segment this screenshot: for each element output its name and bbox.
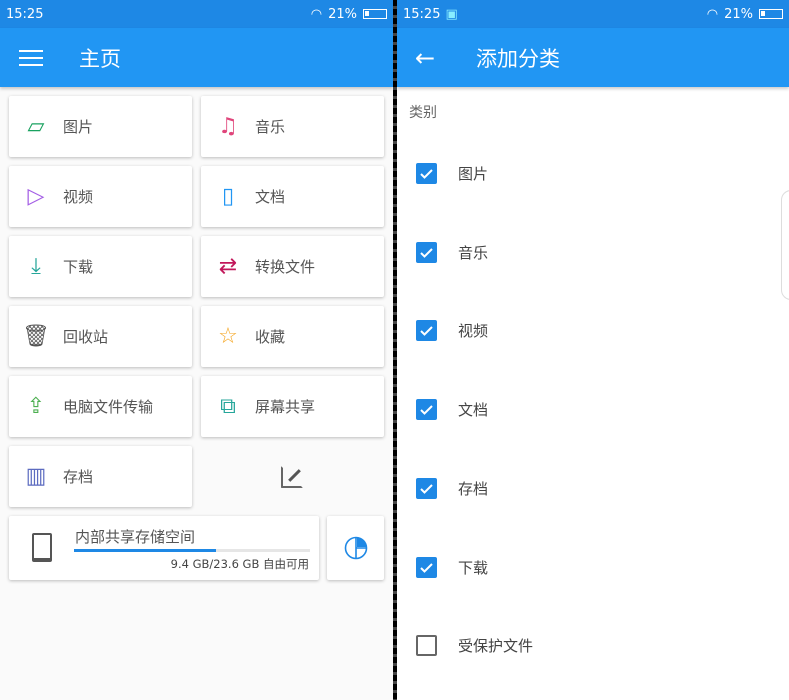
add-category-screen: 15:25 ▣ ◠ 21% ← 添加分类 类别 图片音乐视频文档存档下载受保护文件 [397,0,789,700]
play-icon: ▷ [27,184,45,209]
category-label: 下载 [458,558,489,577]
category-label: 图片 [458,165,489,183]
tile-label: 转换文件 [255,258,316,276]
transfer-icon: ⇄ [218,254,238,279]
tile-label: 屏幕共享 [255,398,316,416]
tile-pc-transfer[interactable]: ⇪ 电脑文件传输 [9,376,192,437]
category-row[interactable]: 存档 [416,477,489,499]
tile-label: 图片 [63,118,94,136]
tile-download[interactable]: ⤓ 下载 [9,236,192,297]
check-icon [420,326,433,337]
tile-archive[interactable]: ▥ 存档 [9,446,192,507]
tile-label: 音乐 [255,118,286,136]
category-row[interactable]: 下载 [416,556,489,578]
pc-transfer-icon: ⇪ [26,394,46,419]
category-label: 音乐 [458,243,489,262]
trash-icon: 🗑 [22,324,50,349]
wifi-icon: ◠ [706,6,719,22]
checkbox[interactable] [416,320,437,342]
check-icon [420,247,433,258]
back-arrow-icon[interactable]: ← [415,44,435,72]
category-row[interactable]: 图片 [416,163,488,184]
checkbox[interactable] [416,635,437,657]
tile-play[interactable]: ▷ 视频 [9,166,192,227]
pie-chart-icon [344,536,367,560]
app-bar: ← 添加分类 [397,28,789,87]
checkbox[interactable] [416,399,437,421]
category-label: 受保护文件 [458,637,534,656]
image-icon: ▱ [27,114,45,139]
checkbox[interactable] [416,477,437,499]
archive-icon: ▥ [25,464,47,489]
tile-transfer[interactable]: ⇄ 转换文件 [201,236,384,297]
check-icon [420,169,433,179]
status-time: 15:25 [6,6,44,22]
wifi-icon: ◠ [310,6,323,22]
page-title: 添加分类 [476,46,560,71]
checkbox[interactable] [416,556,437,578]
document-icon: ▯ [221,184,235,209]
checkbox[interactable] [416,163,437,184]
home-screen: 15:25 ◠ 21% 主页 ▱ 图片 ♫ 音乐 ▷ 视频 ▯ 文档 ⤓ 下载 ⇄ 转换文件 🗑 回收站 ☆ 收藏… [0,0,393,700]
category-label: 视频 [458,322,489,341]
category-row[interactable]: 受保护文件 [416,635,534,657]
tile-label: 视频 [63,188,94,206]
category-row[interactable]: 视频 [416,320,489,342]
category-label: 文档 [458,401,489,420]
battery-percent: 21% [724,6,753,22]
check-icon [420,405,433,416]
page-title: 主页 [79,46,121,71]
status-bar: 15:25 ◠ 21% [0,0,393,28]
tile-image[interactable]: ▱ 图片 [9,96,192,157]
edit-icon[interactable] [281,466,303,488]
category-row[interactable]: 文档 [416,399,489,421]
checkbox[interactable] [416,241,437,263]
screenshot-icon: ▣ [445,6,458,22]
category-row[interactable]: 音乐 [416,241,489,263]
storage-name: 内部共享存储空间 [75,528,196,546]
tile-label: 电脑文件传输 [63,398,154,416]
app-bar: 主页 [0,28,393,87]
music-icon: ♫ [218,114,238,139]
side-handle[interactable] [781,190,789,300]
storage-size: 9.4 GB/23.6 GB 自由可用 [170,557,309,571]
status-bar: 15:25 ▣ ◠ 21% [397,0,789,28]
tile-trash[interactable]: 🗑 回收站 [9,306,192,367]
star-icon: ☆ [218,324,238,349]
tile-screen-share[interactable]: ⧉ 屏幕共享 [201,376,384,437]
phone-icon [32,533,52,562]
check-icon [420,484,433,494]
tile-music[interactable]: ♫ 音乐 [201,96,384,157]
tile-label: 文档 [255,188,286,206]
section-label: 类别 [409,105,437,121]
check-icon [420,562,433,573]
battery-icon [363,9,387,19]
menu-icon[interactable] [19,45,43,71]
download-icon: ⤓ [31,254,41,279]
status-time: 15:25 [403,6,441,22]
storage-analysis-button[interactable] [327,516,384,580]
tile-label: 下载 [63,258,94,276]
tile-label: 存档 [63,468,94,486]
storage-progress [74,549,310,552]
battery-percent: 21% [328,6,357,22]
storage-card[interactable]: 内部共享存储空间 9.4 GB/23.6 GB 自由可用 [9,516,319,580]
tile-document[interactable]: ▯ 文档 [201,166,384,227]
category-label: 存档 [458,479,489,498]
tile-label: 收藏 [255,328,286,346]
tile-star[interactable]: ☆ 收藏 [201,306,384,367]
screen-share-icon: ⧉ [220,394,236,419]
tile-label: 回收站 [63,328,109,346]
battery-icon [759,9,783,19]
